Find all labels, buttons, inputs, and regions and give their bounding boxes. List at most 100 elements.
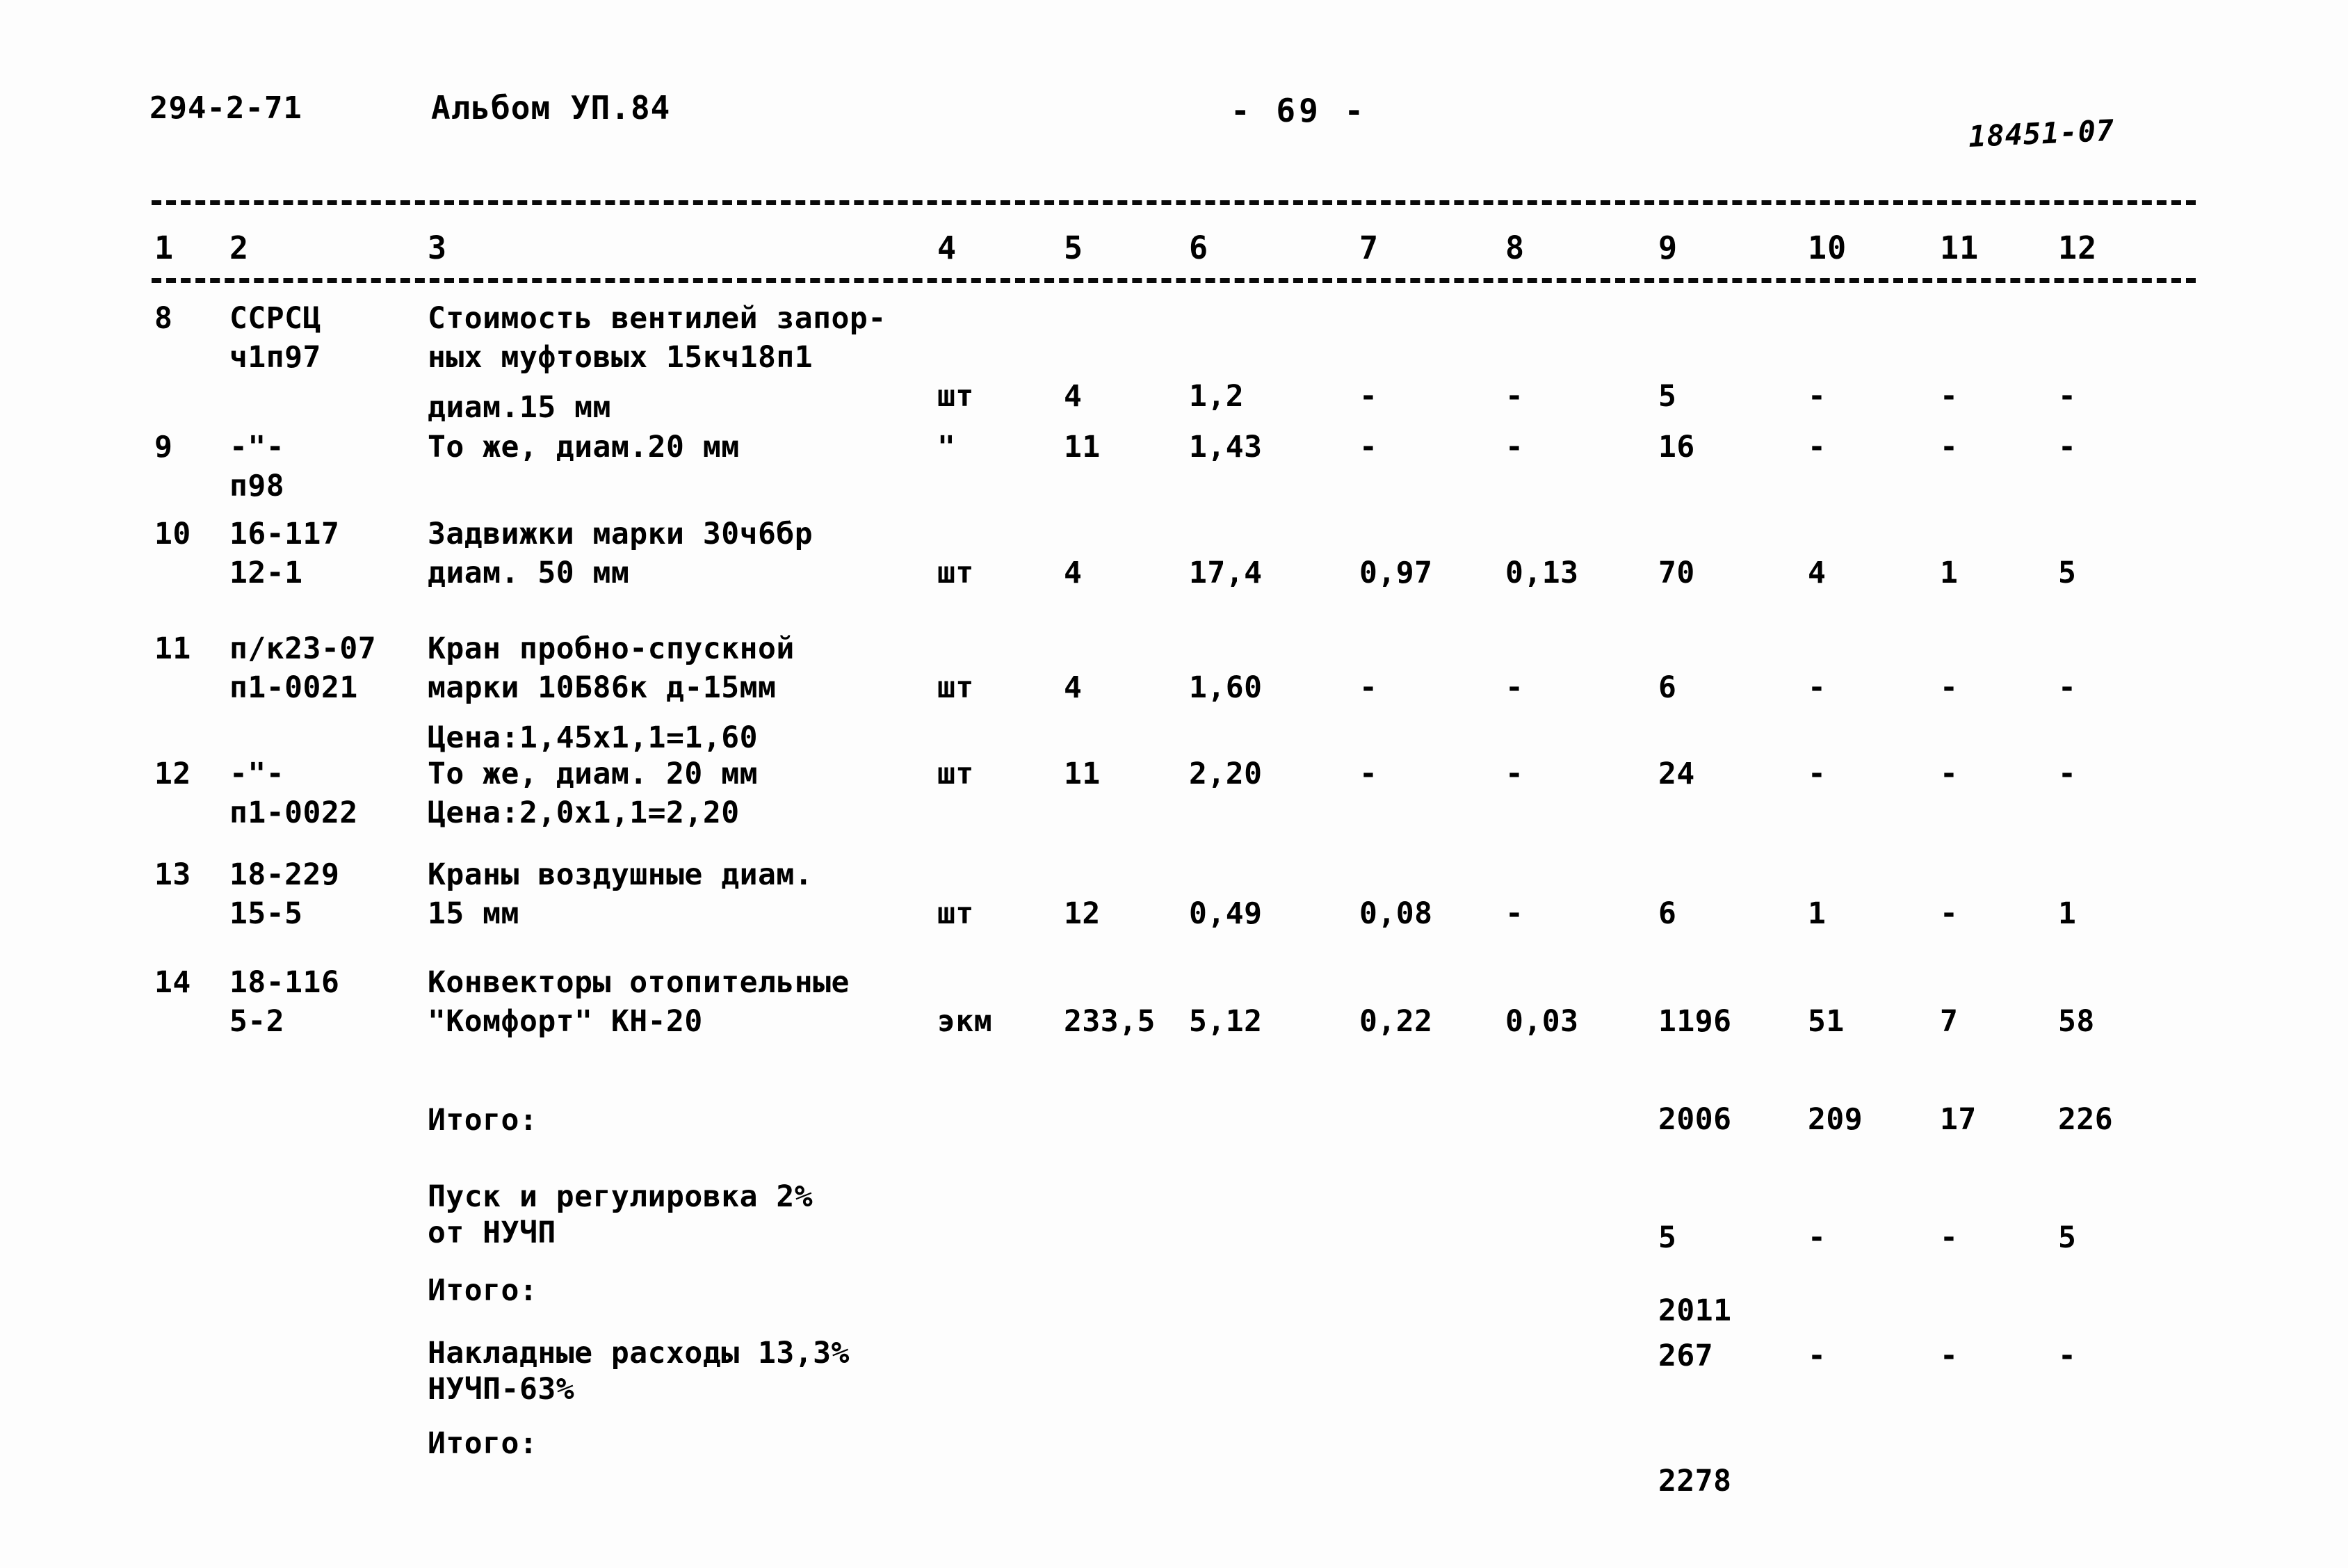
row-code-line: ч1п97 xyxy=(229,340,321,375)
row-value-col7: 0,08 xyxy=(1359,896,1433,931)
document-code: 294-2-71 xyxy=(149,90,302,126)
row-description-line: диам.15 мм xyxy=(428,390,611,425)
row-description-line: Конвекторы отопительные xyxy=(428,965,850,1000)
row-value-unit: шт xyxy=(937,556,974,590)
row-value-col8: - xyxy=(1505,757,1524,791)
row-description: Конвекторы отопительные "Комфорт" КН-20 xyxy=(428,963,850,1041)
row-value-col10: - xyxy=(1808,430,1827,464)
row-value-col7: - xyxy=(1359,757,1378,791)
row-code: 18-229 15-5 xyxy=(229,855,339,933)
row-value-qty: 233,5 xyxy=(1064,1004,1156,1039)
row-description: Краны воздушные диам. 15 мм xyxy=(428,855,813,933)
row-value-col12: 58 xyxy=(2058,1004,2095,1039)
summary-value-col11: 17 xyxy=(1940,1102,1977,1137)
row-value-col9: 24 xyxy=(1658,757,1695,791)
row-description-line: 15 мм xyxy=(428,896,519,931)
summary-label: Накладные расходы 13,3% НУЧП-63% xyxy=(428,1335,850,1407)
row-code-line: 12-1 xyxy=(229,556,303,590)
row-description-line: Цена:1,45х1,1=1,60 xyxy=(428,720,758,755)
summary-label-line: Итого: xyxy=(428,1273,538,1308)
row-code-line: 18-229 xyxy=(229,857,340,892)
row-value-col7: 0,22 xyxy=(1359,1004,1433,1039)
summary-value-col9: 2278 xyxy=(1658,1464,1732,1498)
table-rule-bottom xyxy=(152,278,2196,283)
summary-label: Пуск и регулировка 2% от НУЧП xyxy=(428,1179,813,1251)
row-code: 18-116 5-2 xyxy=(229,963,339,1041)
column-number-11: 11 xyxy=(1940,229,1979,266)
row-description-line: Краны воздушные диам. xyxy=(428,857,813,892)
row-value-unit: шт xyxy=(937,379,974,414)
row-value-unit: шт xyxy=(937,670,974,705)
row-value-col10: - xyxy=(1808,379,1827,414)
column-number-10: 10 xyxy=(1808,229,1847,266)
row-value-price: 2,20 xyxy=(1189,757,1263,791)
row-value-qty: 12 xyxy=(1064,896,1101,931)
row-description-line: ных муфтовых 15кч18п1 xyxy=(428,340,813,375)
row-value-col7: 0,97 xyxy=(1359,556,1433,590)
row-value-col8: 0,13 xyxy=(1505,556,1579,590)
row-value-col12: 1 xyxy=(2058,896,2077,931)
column-number-12: 12 xyxy=(2058,229,2098,266)
summary-label: Итого: xyxy=(428,1102,537,1138)
row-item-number: 12 xyxy=(154,757,191,791)
column-number-8: 8 xyxy=(1505,229,1525,266)
row-value-qty: 11 xyxy=(1064,430,1101,464)
row-value-qty: 4 xyxy=(1064,379,1083,414)
column-number-1: 1 xyxy=(154,229,175,266)
row-value-col8: 0,03 xyxy=(1505,1004,1579,1039)
row-value-price: 1,2 xyxy=(1189,379,1245,414)
row-value-qty: 11 xyxy=(1064,757,1101,791)
row-value-unit: шт xyxy=(937,896,974,931)
row-value-col11: - xyxy=(1940,757,1959,791)
row-description-line: марки 10Б86к д-15мм xyxy=(428,670,777,705)
summary-value-col9: 5 xyxy=(1658,1220,1677,1255)
row-item-number: 14 xyxy=(154,965,191,1000)
row-value-col11: - xyxy=(1940,896,1959,931)
row-description-line: То же, диам.20 мм xyxy=(428,430,740,464)
row-value-col8: - xyxy=(1505,896,1524,931)
row-code: ССРСЦ ч1п97 xyxy=(229,299,321,377)
row-description-line: Задвижки марки 30ч6бр xyxy=(428,517,813,551)
row-code-line: п98 xyxy=(229,469,285,503)
summary-value-col9: 2011 xyxy=(1658,1293,1732,1328)
row-value-col12: - xyxy=(2058,379,2077,414)
summary-label: Итого: xyxy=(428,1425,537,1462)
row-value-col9: 70 xyxy=(1658,556,1695,590)
row-item-number: 11 xyxy=(154,631,191,666)
row-value-price: 0,49 xyxy=(1189,896,1263,931)
row-value-col9: 6 xyxy=(1658,896,1677,931)
row-value-col10: 1 xyxy=(1808,896,1827,931)
page-number: - 69 - xyxy=(1231,92,1368,129)
summary-value-col12: 5 xyxy=(2058,1220,2077,1255)
column-number-2: 2 xyxy=(229,229,250,266)
row-code-line: 15-5 xyxy=(229,896,303,931)
row-value-col9: 6 xyxy=(1658,670,1677,705)
row-value-col12: 5 xyxy=(2058,556,2077,590)
summary-label: Итого: xyxy=(428,1272,537,1309)
row-value-qty: 4 xyxy=(1064,670,1083,705)
row-value-col8: - xyxy=(1505,430,1524,464)
row-value-col10: - xyxy=(1808,757,1827,791)
row-item-number: 10 xyxy=(154,517,191,551)
summary-value-col12: - xyxy=(2058,1339,2077,1373)
row-value-col10: 51 xyxy=(1808,1004,1845,1039)
row-code: п/к23-07 п1-0021 xyxy=(229,629,376,707)
summary-value-col11: - xyxy=(1940,1220,1959,1255)
summary-value-col11: - xyxy=(1940,1339,1959,1373)
row-value-col10: 4 xyxy=(1808,556,1827,590)
summary-label-line: Накладные расходы 13,3% xyxy=(428,1336,850,1371)
table-rule-top xyxy=(152,200,2196,205)
row-value-col11: 1 xyxy=(1940,556,1959,590)
row-value-price: 1,60 xyxy=(1189,670,1263,705)
summary-label-line: от НУЧП xyxy=(428,1215,556,1250)
row-item-number: 9 xyxy=(154,430,173,464)
row-code-line: 5-2 xyxy=(229,1004,285,1039)
row-value-col11: - xyxy=(1940,430,1959,464)
row-code-line: -"- xyxy=(229,430,285,464)
row-value-col11: - xyxy=(1940,670,1959,705)
album-title: Альбом УП.84 xyxy=(431,89,671,127)
summary-value-col10: - xyxy=(1808,1339,1827,1373)
row-value-unit: экм xyxy=(937,1004,993,1039)
row-value-col11: - xyxy=(1940,379,1959,414)
column-number-5: 5 xyxy=(1064,229,1084,266)
